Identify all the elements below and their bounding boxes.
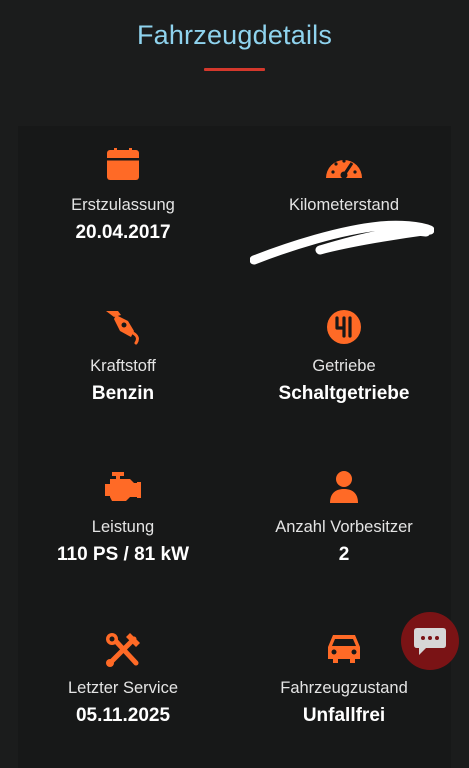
detail-label: Getriebe [312,357,376,375]
detail-label: Fahrzeugzustand [280,679,408,697]
redaction-scribble [250,220,434,265]
detail-value: Benzin [91,383,155,404]
detail-value: Unfallfrei [302,705,386,726]
detail-label: Erstzulassung [71,196,175,214]
chat-button[interactable] [401,612,459,670]
speedometer-icon [227,148,461,184]
fuel-nozzle-icon [6,309,240,345]
detail-value: 05.11.2025 [75,705,171,726]
detail-label: Leistung [91,518,155,536]
detail-label: Anzahl Vorbesitzer [275,518,413,536]
detail-value: 2 [338,544,350,565]
calendar-icon [6,148,240,184]
tools-icon [6,631,240,667]
engine-icon [6,470,240,506]
detail-value: 110 PS / 81 kW [56,544,190,565]
gear-shift-icon [227,309,461,345]
person-icon [227,470,461,506]
chat-bubble-icon [414,628,446,655]
detail-value: Schaltgetriebe [278,383,410,404]
detail-value: 20.04.2017 [75,222,171,243]
detail-label: Letzter Service [67,679,179,697]
page-title: Fahrzeugdetails [136,20,333,50]
detail-label: Kraftstoff [90,357,156,375]
title-underline [204,68,265,71]
